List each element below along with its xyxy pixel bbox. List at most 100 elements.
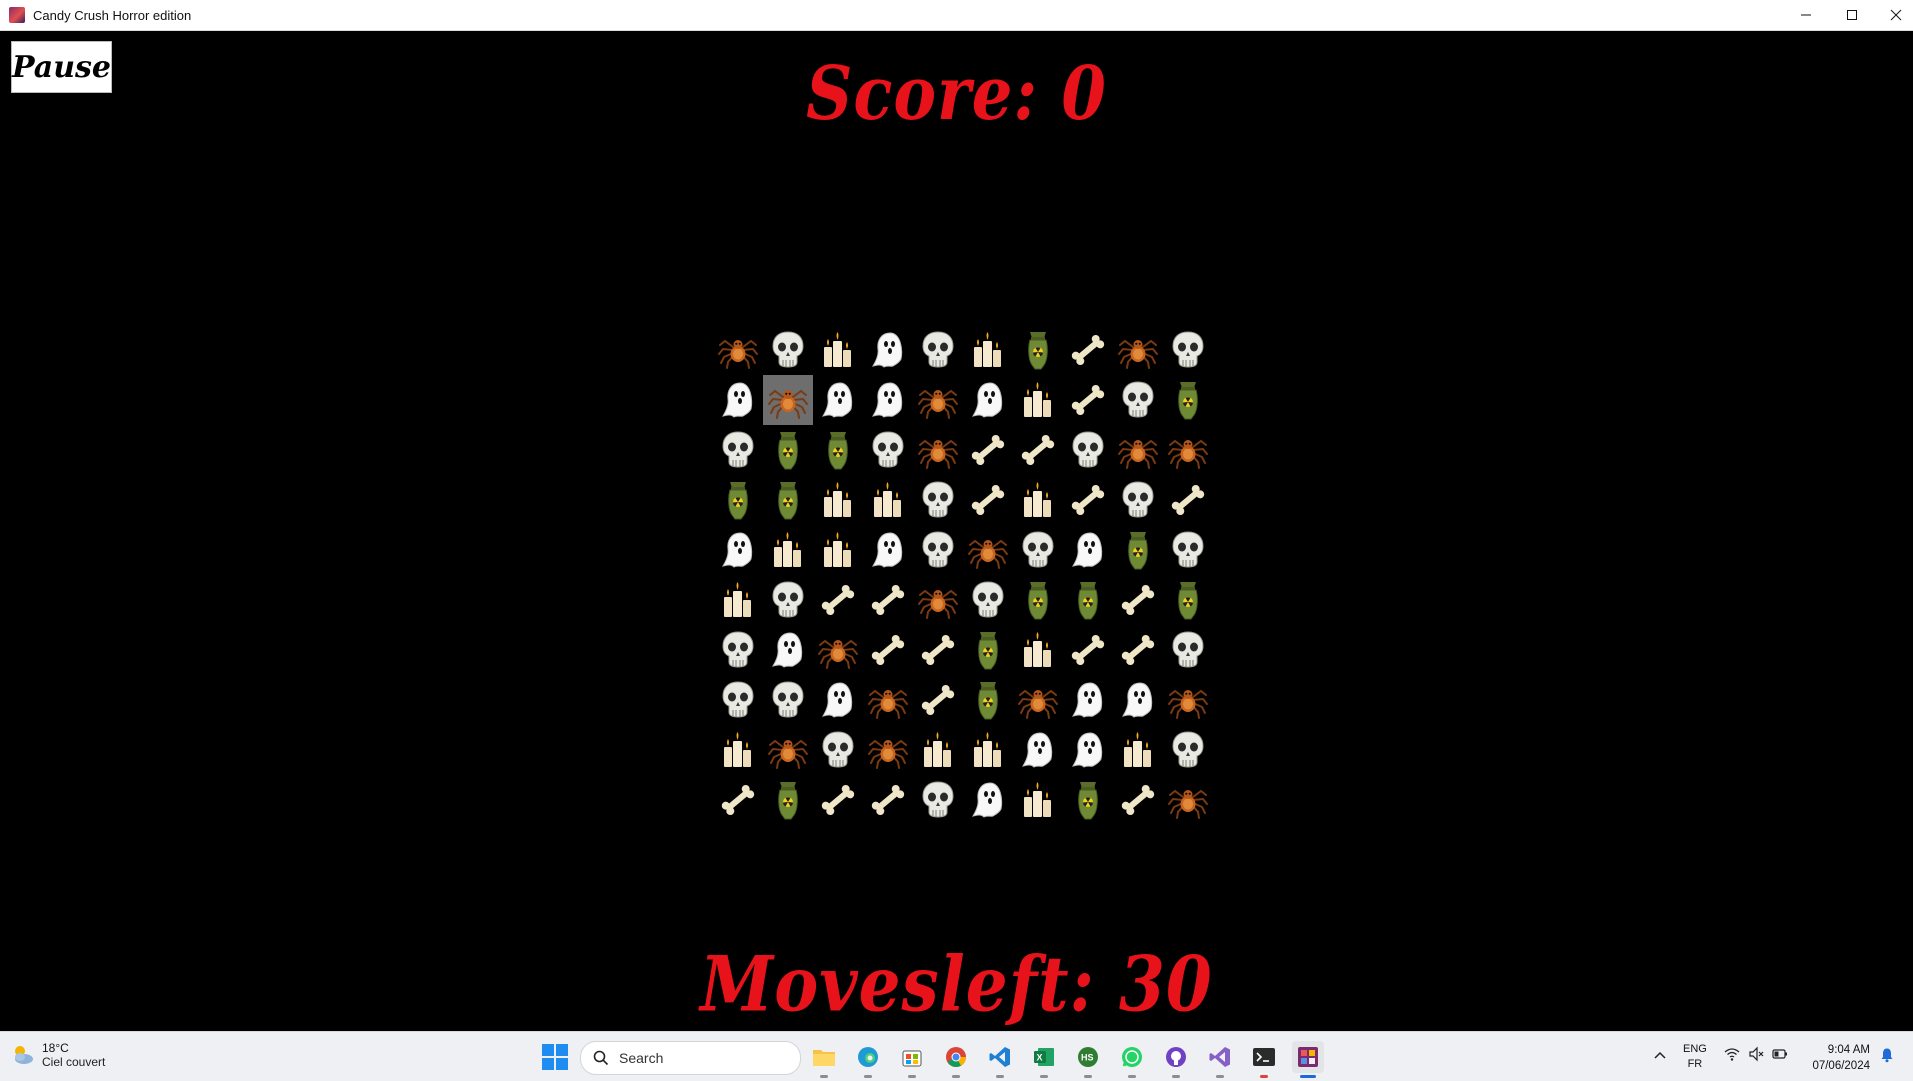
edge-icon[interactable] bbox=[852, 1041, 884, 1078]
board-tile-ghost[interactable] bbox=[1063, 525, 1113, 575]
whatsapp-icon[interactable] bbox=[1116, 1041, 1148, 1078]
board-tile-ghost[interactable] bbox=[963, 375, 1013, 425]
board-tile-bomb[interactable] bbox=[763, 425, 813, 475]
board-tile-candles[interactable] bbox=[1113, 725, 1163, 775]
system-tray[interactable] bbox=[1724, 1046, 1788, 1062]
board-tile-spider[interactable] bbox=[1163, 425, 1213, 475]
board-tile-skull[interactable] bbox=[1163, 625, 1213, 675]
board-tile-candles[interactable] bbox=[813, 475, 863, 525]
board-tile-bone[interactable] bbox=[713, 775, 763, 825]
terminal-icon[interactable] bbox=[1248, 1041, 1280, 1078]
store-icon[interactable] bbox=[896, 1041, 928, 1078]
board-tile-bomb[interactable] bbox=[963, 675, 1013, 725]
board-tile-ghost[interactable] bbox=[1013, 725, 1063, 775]
board-tile-candles[interactable] bbox=[1013, 775, 1063, 825]
board-tile-bomb[interactable] bbox=[1113, 525, 1163, 575]
excel-icon[interactable]: X bbox=[1028, 1041, 1060, 1078]
board-tile-spider[interactable] bbox=[1163, 675, 1213, 725]
board-tile-skull[interactable] bbox=[1113, 375, 1163, 425]
notification-bell-icon[interactable] bbox=[1879, 1047, 1895, 1063]
board-tile-bone[interactable] bbox=[1063, 475, 1113, 525]
board-tile-ghost[interactable] bbox=[713, 375, 763, 425]
close-button[interactable] bbox=[1873, 0, 1913, 30]
board-tile-spider[interactable] bbox=[913, 425, 963, 475]
board-tile-bomb[interactable] bbox=[1013, 575, 1063, 625]
board-tile-bomb[interactable] bbox=[813, 425, 863, 475]
board-tile-candles[interactable] bbox=[713, 575, 763, 625]
taskbar-search[interactable]: Search bbox=[580, 1041, 801, 1075]
windows-start-icon[interactable] bbox=[542, 1044, 568, 1070]
board-tile-bone[interactable] bbox=[863, 575, 913, 625]
board-tile-bomb[interactable] bbox=[1163, 375, 1213, 425]
board-tile-skull[interactable] bbox=[913, 475, 963, 525]
board-tile-spider[interactable] bbox=[763, 375, 813, 425]
board-tile-skull[interactable] bbox=[913, 775, 963, 825]
board-tile-candles[interactable] bbox=[763, 525, 813, 575]
board-tile-ghost[interactable] bbox=[763, 625, 813, 675]
board-tile-bone[interactable] bbox=[1013, 425, 1063, 475]
board-tile-bone[interactable] bbox=[1113, 775, 1163, 825]
language-indicator[interactable]: ENG FR bbox=[1683, 1042, 1707, 1072]
maximize-button[interactable] bbox=[1829, 0, 1875, 30]
board-tile-spider[interactable] bbox=[1013, 675, 1063, 725]
board-tile-skull[interactable] bbox=[1163, 325, 1213, 375]
board-tile-spider[interactable] bbox=[763, 725, 813, 775]
wifi-icon[interactable] bbox=[1724, 1046, 1740, 1062]
board-tile-bone[interactable] bbox=[963, 425, 1013, 475]
board-tile-candles[interactable] bbox=[1013, 375, 1063, 425]
board-tile-candles[interactable] bbox=[1013, 475, 1063, 525]
board-tile-bone[interactable] bbox=[1063, 625, 1113, 675]
board-tile-candles[interactable] bbox=[813, 325, 863, 375]
board-tile-skull[interactable] bbox=[913, 325, 963, 375]
board-tile-bone[interactable] bbox=[1163, 475, 1213, 525]
board-tile-ghost[interactable] bbox=[863, 375, 913, 425]
board-tile-skull[interactable] bbox=[1163, 725, 1213, 775]
board-tile-bone[interactable] bbox=[813, 775, 863, 825]
board-tile-skull[interactable] bbox=[713, 425, 763, 475]
board-tile-bomb[interactable] bbox=[763, 775, 813, 825]
board-tile-skull[interactable] bbox=[713, 675, 763, 725]
chrome-icon[interactable] bbox=[940, 1041, 972, 1078]
board-tile-bone[interactable] bbox=[1063, 325, 1113, 375]
board-tile-bone[interactable] bbox=[1113, 575, 1163, 625]
game-app-icon[interactable] bbox=[1292, 1041, 1324, 1078]
board-tile-skull[interactable] bbox=[1013, 525, 1063, 575]
board-tile-bone[interactable] bbox=[913, 675, 963, 725]
board-tile-skull[interactable] bbox=[1063, 425, 1113, 475]
board-tile-candles[interactable] bbox=[1013, 625, 1063, 675]
board-tile-ghost[interactable] bbox=[963, 775, 1013, 825]
board-tile-skull[interactable] bbox=[1113, 475, 1163, 525]
board-tile-bone[interactable] bbox=[1113, 625, 1163, 675]
board-tile-bone[interactable] bbox=[913, 625, 963, 675]
board-tile-ghost[interactable] bbox=[863, 325, 913, 375]
game-board[interactable] bbox=[713, 325, 1213, 825]
board-tile-skull[interactable] bbox=[763, 575, 813, 625]
board-tile-ghost[interactable] bbox=[1113, 675, 1163, 725]
board-tile-bomb[interactable] bbox=[1163, 575, 1213, 625]
board-tile-candles[interactable] bbox=[813, 525, 863, 575]
board-tile-spider[interactable] bbox=[863, 675, 913, 725]
board-tile-spider[interactable] bbox=[913, 575, 963, 625]
hs-icon[interactable]: HS bbox=[1072, 1041, 1104, 1078]
visual-studio-icon[interactable] bbox=[1204, 1041, 1236, 1078]
board-tile-spider[interactable] bbox=[963, 525, 1013, 575]
battery-icon[interactable] bbox=[1772, 1046, 1788, 1062]
board-tile-ghost[interactable] bbox=[1063, 675, 1113, 725]
chevron-up-icon[interactable] bbox=[1650, 1046, 1670, 1066]
board-tile-ghost[interactable] bbox=[813, 675, 863, 725]
board-tile-bone[interactable] bbox=[813, 575, 863, 625]
board-tile-ghost[interactable] bbox=[813, 375, 863, 425]
board-tile-skull[interactable] bbox=[763, 675, 813, 725]
board-tile-bomb[interactable] bbox=[1063, 575, 1113, 625]
board-tile-spider[interactable] bbox=[913, 375, 963, 425]
minimize-button[interactable] bbox=[1783, 0, 1829, 30]
board-tile-bomb[interactable] bbox=[713, 475, 763, 525]
board-tile-skull[interactable] bbox=[1163, 525, 1213, 575]
board-tile-skull[interactable] bbox=[713, 625, 763, 675]
taskbar-clock[interactable]: 9:04 AM 07/06/2024 bbox=[1800, 1042, 1870, 1074]
github-icon[interactable] bbox=[1160, 1041, 1192, 1078]
board-tile-spider[interactable] bbox=[1113, 425, 1163, 475]
board-tile-bone[interactable] bbox=[863, 625, 913, 675]
board-tile-skull[interactable] bbox=[963, 575, 1013, 625]
board-tile-candles[interactable] bbox=[963, 325, 1013, 375]
